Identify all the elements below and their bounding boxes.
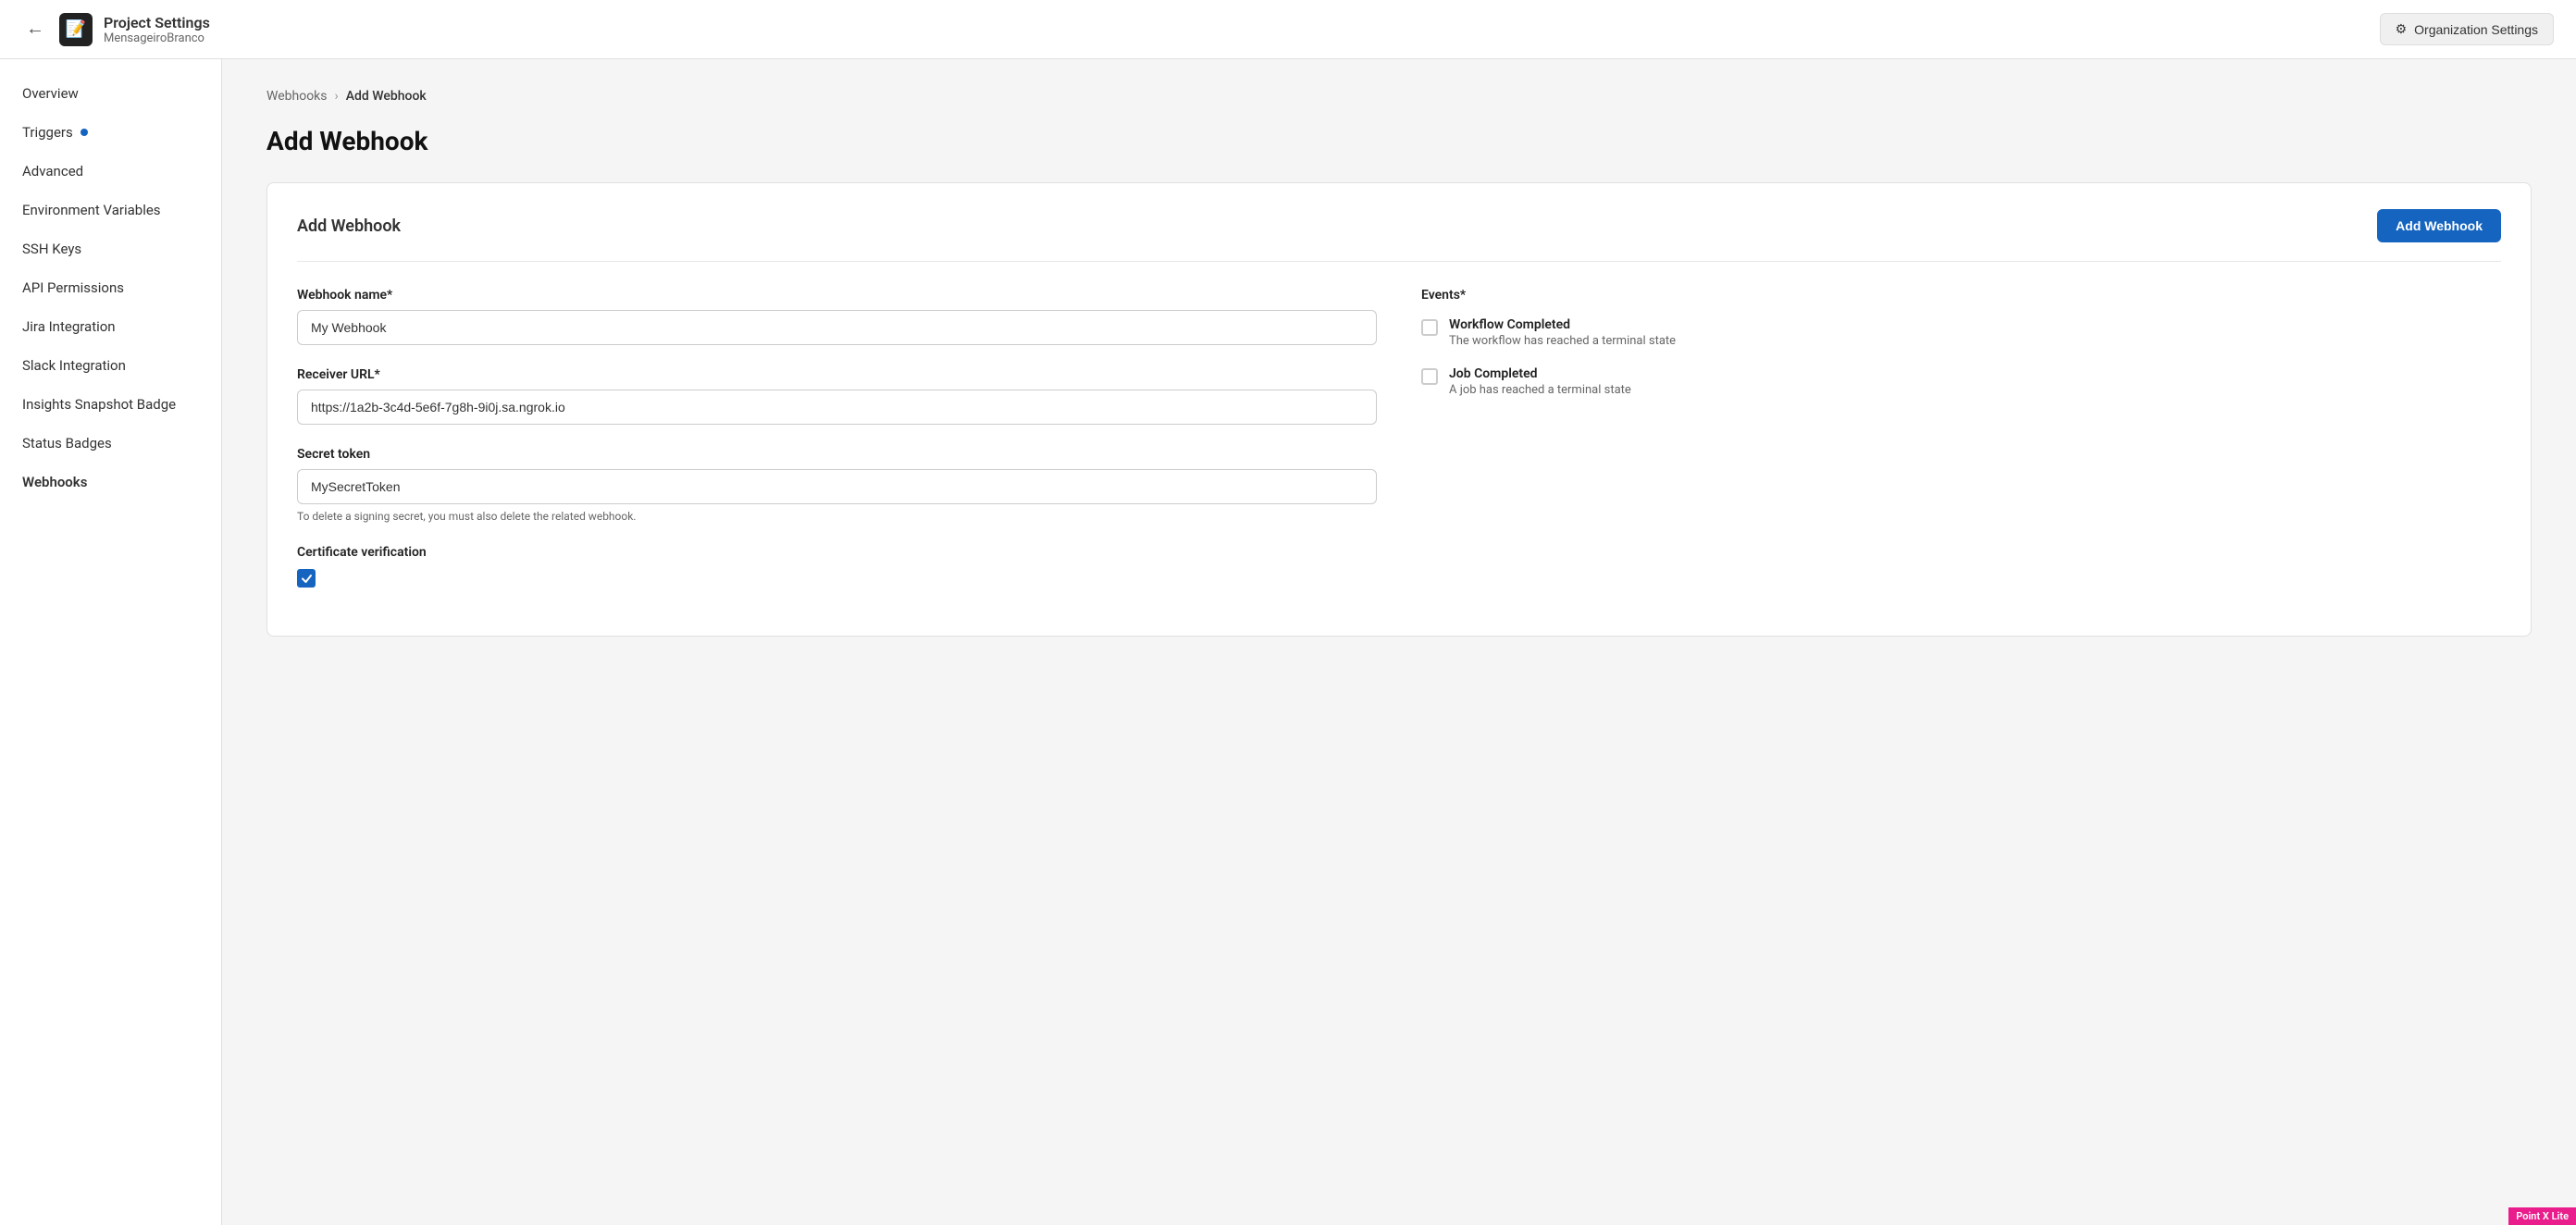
sidebar-item-label: Overview [22,85,79,102]
add-webhook-button[interactable]: Add Webhook [2377,209,2501,242]
project-info: Project Settings MensageiroBranco [104,14,210,45]
sidebar-item-webhooks[interactable]: Webhooks [0,463,221,501]
sidebar-item-label: Environment Variables [22,202,161,218]
main-content: Webhooks › Add Webhook Add Webhook Add W… [222,59,2576,1225]
event-info-job: Job Completed A job has reached a termin… [1449,366,1631,397]
sidebar-item-environment-variables[interactable]: Environment Variables [0,191,221,229]
cert-verification-label: Certificate verification [297,545,1377,560]
org-settings-label: Organization Settings [2414,22,2538,37]
sidebar-item-label: SSH Keys [22,241,81,257]
sidebar-item-label: Webhooks [22,474,87,490]
sidebar-item-overview[interactable]: Overview [0,74,221,113]
form-right-column: Events* Workflow Completed The workflow … [1421,288,2501,610]
sidebar-item-jira-integration[interactable]: Jira Integration [0,307,221,346]
receiver-url-input[interactable] [297,390,1377,425]
event-info-workflow: Workflow Completed The workflow has reac… [1449,317,1676,348]
sidebar-item-insights-snapshot-badge[interactable]: Insights Snapshot Badge [0,385,221,424]
webhook-name-input[interactable] [297,310,1377,345]
sidebar-item-slack-integration[interactable]: Slack Integration [0,346,221,385]
cert-verification-checkbox[interactable] [297,569,316,588]
sidebar-item-label: Advanced [22,163,83,179]
back-button[interactable]: ← [22,15,48,43]
event-item-workflow-completed: Workflow Completed The workflow has reac… [1421,317,2501,348]
secret-token-group: Secret token To delete a signing secret,… [297,447,1377,523]
event-desc-workflow: The workflow has reached a terminal stat… [1449,334,1676,348]
sidebar-item-status-badges[interactable]: Status Badges [0,424,221,463]
webhook-name-group: Webhook name* [297,288,1377,345]
card-header: Add Webhook Add Webhook [297,209,2501,262]
secret-token-label: Secret token [297,447,1377,462]
sidebar: Overview Triggers Advanced Environment V… [0,59,222,1225]
event-name-workflow: Workflow Completed [1449,317,1676,332]
events-group: Events* Workflow Completed The workflow … [1421,288,2501,397]
receiver-url-group: Receiver URL* [297,367,1377,425]
events-label: Events* [1421,288,2501,303]
event-name-job: Job Completed [1449,366,1631,381]
header: ← 📝 Project Settings MensageiroBranco ⚙ … [0,0,2576,59]
event-desc-job: A job has reached a terminal state [1449,383,1631,397]
breadcrumb-current: Add Webhook [346,89,427,104]
receiver-url-label: Receiver URL* [297,367,1377,382]
layout: Overview Triggers Advanced Environment V… [0,59,2576,1225]
card-title: Add Webhook [297,217,401,236]
back-icon: ← [26,19,44,40]
sidebar-item-label: Triggers [22,124,73,141]
triggers-badge [80,129,88,136]
form-left-column: Webhook name* Receiver URL* Secret token… [297,288,1377,610]
gear-icon: ⚙ [2396,21,2408,37]
secret-token-hint: To delete a signing secret, you must als… [297,510,1377,523]
checkmark-icon [301,573,313,585]
job-completed-checkbox[interactable] [1421,368,1438,385]
point-badge: Point X Lite [2508,1207,2576,1225]
workflow-completed-checkbox[interactable] [1421,319,1438,336]
sidebar-item-advanced[interactable]: Advanced [0,152,221,191]
breadcrumb: Webhooks › Add Webhook [266,89,2532,104]
webhook-name-label: Webhook name* [297,288,1377,303]
project-name: MensageiroBranco [104,31,210,45]
org-settings-button[interactable]: ⚙ Organization Settings [2380,13,2554,45]
form-grid: Webhook name* Receiver URL* Secret token… [297,288,2501,610]
page-title: Add Webhook [266,126,2532,156]
header-left: ← 📝 Project Settings MensageiroBranco [22,13,210,46]
sidebar-item-label: API Permissions [22,279,124,296]
sidebar-item-api-permissions[interactable]: API Permissions [0,268,221,307]
breadcrumb-separator: › [335,89,339,104]
secret-token-input[interactable] [297,469,1377,504]
webhook-card: Add Webhook Add Webhook Webhook name* Re… [266,182,2532,637]
book-icon: 📝 [66,19,86,39]
project-title: Project Settings [104,14,210,31]
event-item-job-completed: Job Completed A job has reached a termin… [1421,366,2501,397]
sidebar-item-triggers[interactable]: Triggers [0,113,221,152]
breadcrumb-parent[interactable]: Webhooks [266,89,328,104]
sidebar-item-label: Slack Integration [22,357,126,374]
project-icon: 📝 [59,13,93,46]
sidebar-item-ssh-keys[interactable]: SSH Keys [0,229,221,268]
sidebar-item-label: Jira Integration [22,318,116,335]
sidebar-item-label: Status Badges [22,435,112,452]
cert-verification-group: Certificate verification [297,545,1377,588]
cert-row [297,569,1377,588]
sidebar-item-label: Insights Snapshot Badge [22,396,176,413]
